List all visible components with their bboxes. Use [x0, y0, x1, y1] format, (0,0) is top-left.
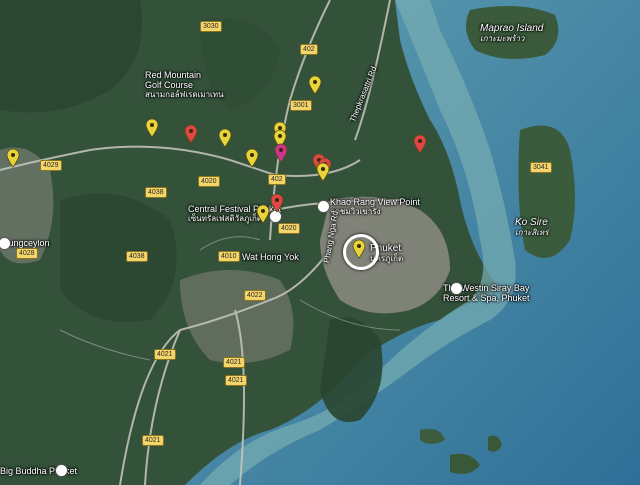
road-shield-3041: 3041 — [530, 162, 552, 173]
road-shield-4010: 4010 — [218, 251, 240, 262]
red-map-marker-icon[interactable] — [413, 134, 427, 154]
yellow-map-marker-icon[interactable] — [218, 128, 232, 148]
temple-poi-icon[interactable] — [55, 464, 68, 477]
road-shield-4021: 4021 — [225, 375, 247, 386]
road-shield-3030: 3030 — [200, 21, 222, 32]
yellow-map-marker-icon[interactable] — [145, 118, 159, 138]
viewpoint-poi-icon[interactable] — [317, 200, 330, 213]
road-shield-4021: 4021 — [142, 435, 164, 446]
yellow-map-marker-icon[interactable] — [245, 148, 259, 168]
road-shield-4020: 4020 — [198, 176, 220, 187]
yellow-map-marker-icon[interactable] — [256, 204, 270, 224]
magenta-map-marker-icon[interactable] — [274, 143, 288, 163]
road-shield-4029: 4029 — [40, 160, 62, 171]
wat-hong-yok-label: Wat Hong Yok — [242, 252, 299, 262]
ko-sire-shape — [518, 125, 575, 258]
road-shield-4020: 4020 — [278, 223, 300, 234]
satellite-map[interactable]: Maprao Island เกาะมะพร้าว Red Mountain Gol… — [0, 0, 640, 485]
red-map-marker-icon[interactable] — [184, 124, 198, 144]
ko-sire-label: Ko Sire เกาะสิเหร่ — [515, 217, 549, 238]
road-shield-4038: 4038 — [145, 187, 167, 198]
maprao-island-label: Maprao Island เกาะมะพร้าว — [480, 23, 544, 44]
yellow-map-marker-icon[interactable] — [352, 239, 366, 259]
yellow-map-marker-icon[interactable] — [6, 148, 20, 168]
yellow-map-marker-icon[interactable] — [308, 75, 322, 95]
khao-rang-label: Khao Rang View Point จุดชมวิวเขารัง — [330, 197, 420, 216]
road-shield-3001: 3001 — [290, 100, 312, 111]
road-shield-4038: 4038 — [126, 251, 148, 262]
road-shield-4022: 4022 — [244, 290, 266, 301]
road-shield-4021: 4021 — [223, 357, 245, 368]
road-shield-402: 402 — [300, 44, 318, 55]
map-terrain — [0, 0, 640, 485]
road-shield-4028: 4028 — [16, 248, 38, 259]
hotel-poi-icon[interactable] — [450, 282, 463, 295]
road-shield-402: 402 — [268, 174, 286, 185]
red-mountain-label: Red Mountain Golf Course สนามกอล์ฟเรดเมาเท… — [145, 70, 224, 99]
yellow-map-marker-icon[interactable] — [316, 162, 330, 182]
road-shield-4021: 4021 — [154, 349, 176, 360]
red-map-marker-icon[interactable] — [270, 193, 284, 213]
